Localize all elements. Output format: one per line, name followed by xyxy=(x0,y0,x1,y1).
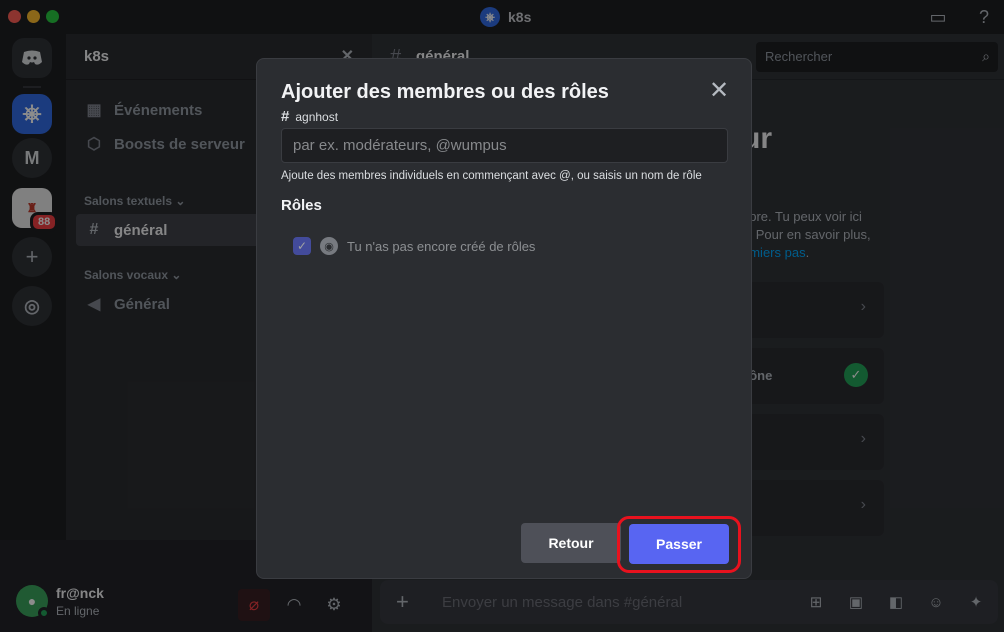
role-empty-text: Tu n'as pas encore créé de rôles xyxy=(347,238,536,254)
skip-button[interactable]: Passer xyxy=(629,524,729,564)
close-icon: ✕ xyxy=(708,77,730,104)
modal-channel: # agnhost xyxy=(281,108,338,125)
locked-hash-icon: # xyxy=(281,108,290,125)
modal-hint: Ajoute des membres individuels en commen… xyxy=(281,170,702,182)
role-row-empty: ✓ ◉ Tu n'as pas encore créé de rôles xyxy=(293,237,535,255)
members-search-input[interactable] xyxy=(281,128,728,163)
role-shield-icon: ◉ xyxy=(320,237,338,255)
modal-channel-name: agnhost xyxy=(295,109,339,124)
modal-title: Ajouter des membres ou des rôles xyxy=(281,81,609,103)
close-modal-button[interactable]: ✕ xyxy=(707,79,731,103)
checkbox-checked-icon: ✓ xyxy=(293,237,311,255)
add-members-modal: Ajouter des membres ou des rôles ✕ # agn… xyxy=(256,58,752,579)
roles-heading: Rôles xyxy=(281,197,322,214)
back-button[interactable]: Retour xyxy=(521,523,621,563)
